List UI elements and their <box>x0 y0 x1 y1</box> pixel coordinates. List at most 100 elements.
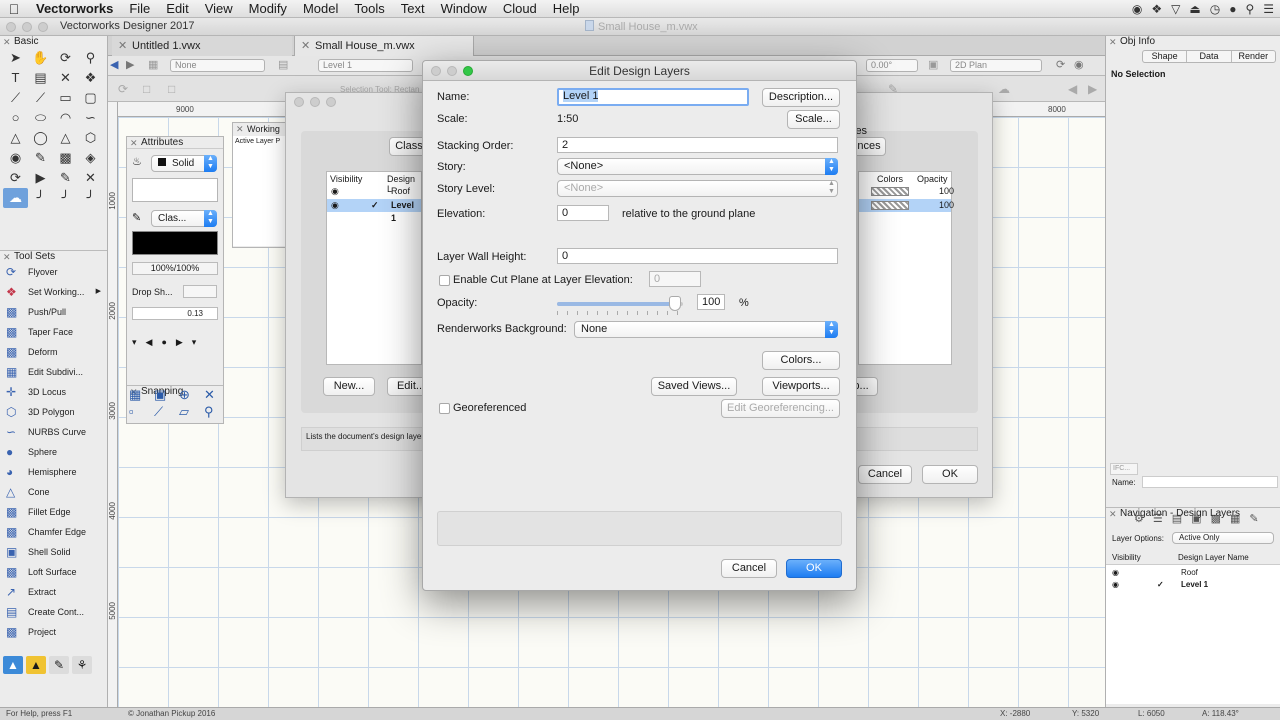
org-ok-button[interactable]: OK <box>922 465 978 484</box>
tool-chamfer-edge[interactable]: ▩ Chamfer Edge <box>0 522 107 542</box>
tool-create-contour[interactable]: ▤ Create Cont... <box>0 602 107 622</box>
tab-data[interactable]: Data <box>1186 51 1230 62</box>
rectangle-tool-icon[interactable]: ▭ <box>53 88 78 108</box>
close-icon[interactable]: ✕ <box>3 36 11 48</box>
saved-views-icon[interactable]: ▩ <box>1211 512 1221 525</box>
paint-tool-icon[interactable]: ◈ <box>78 148 103 168</box>
menu-view[interactable]: View <box>197 0 241 18</box>
furniture-set-icon[interactable]: ⚘ <box>72 656 92 674</box>
double-line-tool-icon[interactable]: ⟋ <box>28 88 53 108</box>
working-list[interactable]: Active Layer P <box>233 136 285 246</box>
polygon-tool-icon[interactable]: ◯ <box>28 128 53 148</box>
close-icon[interactable]: ✕ <box>236 123 244 135</box>
callout-tool-icon[interactable]: ▤ <box>28 68 53 88</box>
table-row[interactable]: ◉ ✓ Level 1 <box>327 199 421 223</box>
table-row[interactable]: 100 <box>859 199 954 212</box>
tool-edit-subdivision[interactable]: ▦ Edit Subdivi... <box>0 362 107 382</box>
snap-tangent-icon[interactable]: ⟋ <box>154 404 178 420</box>
visibility-eye-icon[interactable]: ◉ <box>331 199 339 212</box>
tab-small-house[interactable]: ✕ Small House_m.vwx <box>294 36 474 56</box>
polyline-tool-icon[interactable]: △ <box>3 128 28 148</box>
freehand-tool-icon[interactable]: ∽ <box>78 108 103 128</box>
menu-edit[interactable]: Edit <box>158 0 196 18</box>
visibility-eye-icon[interactable]: ◉ <box>331 185 339 198</box>
snap-working-plane-icon[interactable]: ⚲ <box>204 404 228 420</box>
snap-intersection-icon[interactable]: ✕ <box>204 387 228 403</box>
tool-taper-face[interactable]: ▩ Taper Face <box>0 322 107 342</box>
tool-deform[interactable]: ▩ Deform <box>0 342 107 362</box>
arrow-left-icon[interactable]: ◀ <box>1068 82 1077 96</box>
cut-plane-checkbox[interactable] <box>439 275 450 286</box>
mode-icon[interactable]: □ <box>143 82 150 96</box>
tab-render[interactable]: Render <box>1230 51 1275 62</box>
drop-shadow-toggle[interactable] <box>183 285 217 298</box>
attribute-tool-icon[interactable]: ❖ <box>78 68 103 88</box>
menu-window[interactable]: Window <box>433 0 495 18</box>
ifc-button[interactable]: IFC... <box>1110 463 1138 475</box>
classes-icon[interactable]: ⚙ <box>1134 512 1144 525</box>
sheet-layers-icon[interactable]: ▤ <box>1172 512 1182 525</box>
minimize-icon[interactable] <box>447 66 457 76</box>
menu-file[interactable]: File <box>121 0 158 18</box>
render-icon[interactable]: ◉ <box>1074 58 1084 71</box>
stacking-order-input[interactable]: 2 <box>557 137 838 153</box>
snap-object-icon[interactable]: ▣ <box>154 387 178 403</box>
trim-tool-icon[interactable]: ╯ <box>78 188 103 208</box>
fill-preview[interactable] <box>132 178 218 202</box>
org-cancel-button[interactable]: Cancel <box>858 465 912 484</box>
line-tool-icon[interactable]: ⟋ <box>3 88 28 108</box>
story-level-select[interactable]: <None> ▲ ▼ <box>557 180 838 197</box>
building-shell-set-icon[interactable]: ▲ <box>26 656 46 674</box>
forward-icon[interactable]: ▶ <box>126 58 134 71</box>
menu-help[interactable]: Help <box>545 0 588 18</box>
tab-shape[interactable]: Shape <box>1143 51 1186 62</box>
clip-tool-icon[interactable]: ▩ <box>53 148 78 168</box>
saved-views-button[interactable]: Saved Views... <box>651 377 737 396</box>
rounded-rect-tool-icon[interactable]: ▢ <box>78 88 103 108</box>
opacity-slider-handle[interactable] <box>669 296 681 311</box>
snap-angle-icon[interactable]: ⊕ <box>179 387 203 403</box>
close-icon[interactable] <box>6 22 16 32</box>
symbols-icon[interactable]: ✎ <box>1249 512 1258 525</box>
cancel-button[interactable]: Cancel <box>721 559 777 578</box>
view-select[interactable]: 2D Plan <box>950 59 1042 72</box>
tool-nurbs-curve[interactable]: ∽ NURBS Curve <box>0 422 107 442</box>
text-tool-icon[interactable]: T <box>3 68 28 88</box>
regular-polygon-tool-icon[interactable]: ⬡ <box>78 128 103 148</box>
opacity-input[interactable]: 100 <box>697 294 725 310</box>
layer-options-select[interactable]: Active Only <box>1172 532 1274 544</box>
shield-icon[interactable]: ▽ <box>1171 0 1180 18</box>
description-button[interactable]: Description... <box>762 88 840 107</box>
story-select[interactable]: <None> ▲ ▼ <box>557 158 838 175</box>
selection-tool-icon[interactable]: ➤ <box>3 48 28 68</box>
arc-tool-icon[interactable]: ◠ <box>53 108 78 128</box>
layers-icon[interactable]: ☰ <box>1153 512 1163 525</box>
close-tab-icon[interactable]: ✕ <box>118 36 127 56</box>
tool-loft-surface[interactable]: ▩ Loft Surface <box>0 562 107 582</box>
fillet-tool-icon[interactable]: ╯ <box>28 188 53 208</box>
mode2-icon[interactable]: □ <box>168 82 175 96</box>
visualization-tool-icon[interactable]: ☁ <box>3 188 28 208</box>
menu-text[interactable]: Text <box>393 0 433 18</box>
cut-plane-input[interactable]: 0 <box>649 271 701 287</box>
clock-icon[interactable]: ◷ <box>1210 0 1220 18</box>
close-tab-icon[interactable]: ✕ <box>301 36 310 56</box>
list-icon[interactable]: ☰ <box>1263 0 1274 18</box>
back-icon[interactable]: ◀ <box>110 58 118 71</box>
class-select[interactable]: None <box>170 59 265 72</box>
zoom-icon[interactable] <box>463 66 473 76</box>
tool-fillet-edge[interactable]: ▩ Fillet Edge <box>0 502 107 522</box>
tool-sphere[interactable]: ● Sphere <box>0 442 107 462</box>
tool-push-pull[interactable]: ▩ Push/Pull <box>0 302 107 322</box>
line-weight-select[interactable]: 0.13 <box>132 307 218 320</box>
references-icon[interactable]: ▦ <box>1230 512 1240 525</box>
snap-distance-icon[interactable]: ▫ <box>129 404 153 420</box>
search-icon[interactable]: ⚲ <box>1245 0 1254 18</box>
tool-shell-solid[interactable]: ▣ Shell Solid <box>0 542 107 562</box>
elevation-input[interactable]: 0 <box>557 205 609 221</box>
pen-preview[interactable] <box>132 231 218 255</box>
zoom-tool-icon[interactable]: ⚲ <box>78 48 103 68</box>
flyover-tool-icon[interactable]: ⟳ <box>53 48 78 68</box>
tool-cone[interactable]: △ Cone <box>0 482 107 502</box>
arrow-right-icon[interactable]: ▶ <box>1088 82 1097 96</box>
